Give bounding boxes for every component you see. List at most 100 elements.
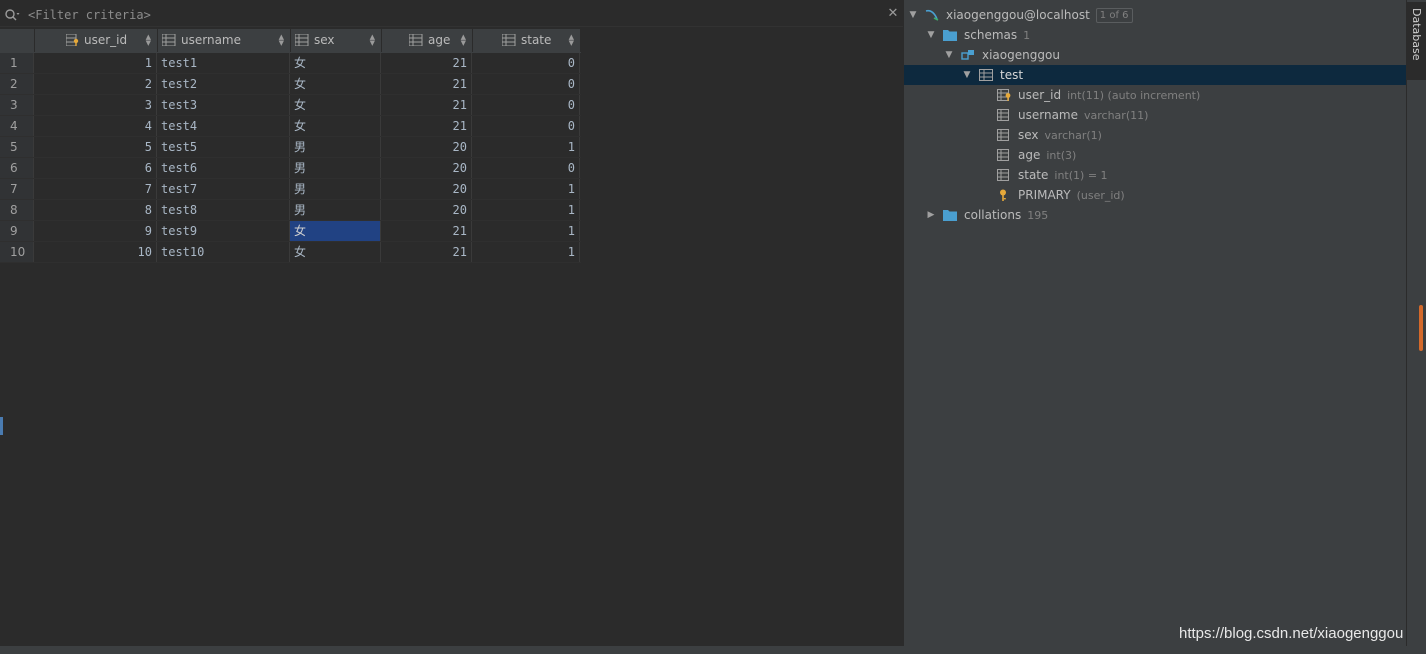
expand-arrow-icon[interactable]: ▼	[961, 65, 973, 85]
sort-icon[interactable]: ▲ ▼	[461, 29, 466, 51]
cell-user-id[interactable]: 1	[34, 53, 157, 73]
cell-state[interactable]: 0	[472, 53, 580, 73]
search-icon[interactable]	[4, 8, 20, 22]
tree-node-column[interactable]: user_id int(11) (auto increment)	[904, 85, 1407, 105]
tree-node-schemas[interactable]: ▼ schemas 1	[904, 25, 1407, 45]
expand-arrow-icon[interactable]: ▼	[907, 5, 919, 25]
cell-state[interactable]: 1	[472, 242, 580, 262]
cell-sex[interactable]: 男	[290, 200, 381, 220]
cell-sex[interactable]: 女	[290, 242, 381, 262]
cell-sex[interactable]: 男	[290, 158, 381, 178]
cell-user-id[interactable]: 9	[34, 221, 157, 241]
cell-user-id[interactable]: 6	[34, 158, 157, 178]
cell-sex[interactable]: 女	[290, 116, 381, 136]
column-header-username[interactable]: username ▲ ▼	[157, 29, 291, 52]
table-row[interactable]: 3 3 test3 女 21 0	[0, 95, 581, 116]
cell-age[interactable]: 21	[381, 242, 472, 262]
column-name: age	[1018, 148, 1041, 162]
cell-age[interactable]: 21	[381, 221, 472, 241]
table-row[interactable]: 2 2 test2 女 21 0	[0, 74, 581, 95]
table-row[interactable]: 1 1 test1 女 21 0	[0, 53, 581, 74]
cell-age[interactable]: 21	[381, 95, 472, 115]
sort-icon[interactable]: ▲ ▼	[569, 29, 574, 51]
cell-username[interactable]: test8	[157, 200, 290, 220]
column-header-sex[interactable]: sex ▲ ▼	[290, 29, 382, 52]
column-name: user_id	[1018, 88, 1062, 102]
collapse-arrow-icon[interactable]: ▶	[925, 205, 937, 225]
tree-node-connection[interactable]: ▼ xiaogenggou@localhost 1 of 6	[904, 5, 1407, 25]
close-icon[interactable]: ✕	[886, 7, 900, 21]
cell-state[interactable]: 1	[472, 200, 580, 220]
cell-user-id[interactable]: 2	[34, 74, 157, 94]
mysql-dolphin-icon	[925, 9, 939, 21]
schema-icon	[961, 50, 974, 60]
cell-username[interactable]: test4	[157, 116, 290, 136]
table-row[interactable]: 7 7 test7 男 20 1	[0, 179, 581, 200]
cell-user-id[interactable]: 3	[34, 95, 157, 115]
cell-state[interactable]: 0	[472, 95, 580, 115]
cell-user-id[interactable]: 8	[34, 200, 157, 220]
table-row[interactable]: 5 5 test5 男 20 1	[0, 137, 581, 158]
cell-age[interactable]: 20	[381, 137, 472, 157]
cell-user-id[interactable]: 10	[34, 242, 157, 262]
cell-user-id[interactable]: 4	[34, 116, 157, 136]
cell-username[interactable]: test3	[157, 95, 290, 115]
cell-state[interactable]: 0	[472, 116, 580, 136]
sort-icon[interactable]: ▲ ▼	[146, 29, 151, 51]
table-row[interactable]: 8 8 test8 男 20 1	[0, 200, 581, 221]
cell-state[interactable]: 0	[472, 74, 580, 94]
row-number: 10	[0, 242, 34, 262]
row-number: 4	[0, 116, 34, 136]
cell-username[interactable]: test6	[157, 158, 290, 178]
cell-age[interactable]: 21	[381, 74, 472, 94]
cell-user-id[interactable]: 5	[34, 137, 157, 157]
database-tool-tab[interactable]: Database	[1407, 2, 1426, 80]
cell-state[interactable]: 0	[472, 158, 580, 178]
tree-node-collations[interactable]: ▶ collations 195	[904, 205, 1407, 225]
cell-age[interactable]: 20	[381, 179, 472, 199]
connection-badge[interactable]: 1 of 6	[1095, 8, 1133, 23]
column-header-user-id[interactable]: user_id ▲ ▼	[34, 29, 158, 52]
cell-age[interactable]: 21	[381, 53, 472, 73]
expand-arrow-icon[interactable]: ▼	[925, 25, 937, 45]
sort-icon[interactable]: ▲ ▼	[279, 29, 284, 51]
filter-input[interactable]	[28, 7, 868, 23]
expand-arrow-icon[interactable]: ▼	[943, 45, 955, 65]
cell-username[interactable]: test2	[157, 74, 290, 94]
column-header-state[interactable]: state ▲ ▼	[472, 29, 581, 52]
table-row[interactable]: 9 9 test9 女 21 1	[0, 221, 581, 242]
cell-sex[interactable]: 女	[290, 74, 381, 94]
cell-age[interactable]: 20	[381, 158, 472, 178]
tree-node-column[interactable]: state int(1) = 1	[904, 165, 1407, 185]
cell-state[interactable]: 1	[472, 221, 580, 241]
cell-username[interactable]: test7	[157, 179, 290, 199]
tree-node-schema[interactable]: ▼ xiaogenggou	[904, 45, 1407, 65]
cell-sex[interactable]: 男	[290, 179, 381, 199]
scrollbar-thumb[interactable]	[1419, 305, 1423, 351]
column-header-age[interactable]: age ▲ ▼	[381, 29, 473, 52]
cell-age[interactable]: 20	[381, 200, 472, 220]
sort-icon[interactable]: ▲ ▼	[370, 29, 375, 51]
cell-username[interactable]: test10	[157, 242, 290, 262]
tree-node-column[interactable]: sex varchar(1)	[904, 125, 1407, 145]
cell-sex[interactable]: 男	[290, 137, 381, 157]
cell-username[interactable]: test5	[157, 137, 290, 157]
tree-node-column[interactable]: age int(3)	[904, 145, 1407, 165]
table-row[interactable]: 6 6 test6 男 20 0	[0, 158, 581, 179]
cell-state[interactable]: 1	[472, 179, 580, 199]
tree-node-column[interactable]: username varchar(11)	[904, 105, 1407, 125]
cell-age[interactable]: 21	[381, 116, 472, 136]
tree-node-table[interactable]: ▼ test	[904, 65, 1407, 85]
table-row[interactable]: 4 4 test4 女 21 0	[0, 116, 581, 137]
row-number: 3	[0, 95, 34, 115]
cell-username[interactable]: test9	[157, 221, 290, 241]
row-number-header	[0, 29, 35, 52]
cell-state[interactable]: 1	[472, 137, 580, 157]
cell-sex[interactable]: 女	[290, 53, 381, 73]
cell-sex[interactable]: 女	[290, 221, 381, 241]
cell-user-id[interactable]: 7	[34, 179, 157, 199]
table-row[interactable]: 10 10 test10 女 21 1	[0, 242, 581, 263]
cell-username[interactable]: test1	[157, 53, 290, 73]
tree-node-primary-key[interactable]: PRIMARY (user_id)	[904, 185, 1407, 205]
cell-sex[interactable]: 女	[290, 95, 381, 115]
